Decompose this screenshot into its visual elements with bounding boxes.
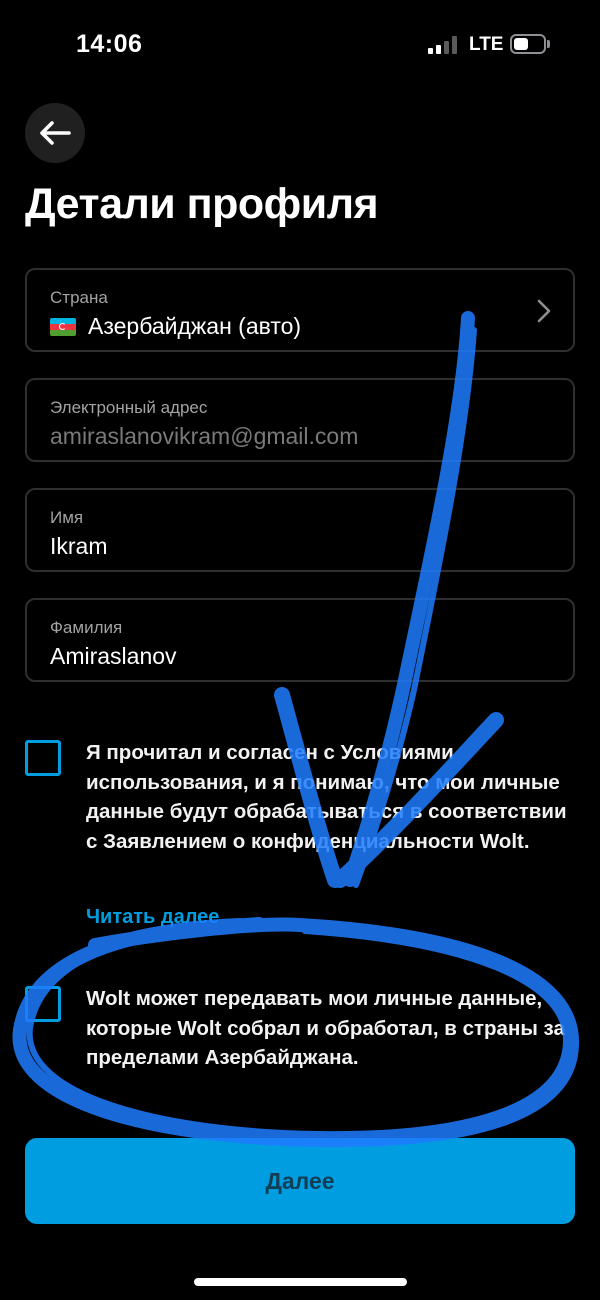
first-name-label: Имя (50, 508, 84, 527)
email-value: amiraslanovikram@gmail.com (50, 423, 359, 449)
home-indicator (194, 1278, 407, 1286)
last-name-label: Фамилия (50, 618, 123, 637)
page-title: Детали профиля (25, 180, 379, 228)
back-button[interactable] (25, 103, 85, 163)
country-value: Азербайджан (авто) (88, 313, 302, 339)
first-name-field[interactable]: Имя Ikram (25, 488, 575, 572)
read-more-link[interactable]: Читать далее (86, 906, 219, 929)
terms-checkbox[interactable] (25, 740, 61, 776)
first-name-value: Ikram (50, 533, 108, 559)
battery-level (514, 38, 528, 50)
cellular-signal-icon (428, 36, 458, 54)
last-name-value: Amiraslanov (50, 643, 177, 669)
data-transfer-checkbox[interactable] (25, 986, 61, 1022)
country-label: Страна (50, 288, 108, 307)
battery-icon (510, 34, 546, 54)
last-name-field[interactable]: Фамилия Amiraslanov (25, 598, 575, 682)
azerbaijan-flag-icon (50, 318, 76, 336)
network-type: LTE (469, 34, 504, 55)
email-label: Электронный адрес (50, 398, 208, 417)
email-field[interactable]: Электронный адрес amiraslanovikram@gmail… (25, 378, 575, 462)
arrow-left-icon (40, 121, 71, 145)
country-selector[interactable]: Страна Азербайджан (авто) (25, 268, 575, 352)
continue-button[interactable]: Далее (25, 1138, 575, 1224)
terms-consent: Я прочитал и согласен с Условиями исполь… (25, 738, 575, 938)
terms-consent-text: Я прочитал и согласен с Условиями исполь… (86, 741, 567, 853)
battery-cap (547, 40, 550, 48)
status-bar: 14:06 LTE (0, 0, 600, 90)
data-transfer-consent-text: Wolt может передавать мои личные данные,… (86, 987, 565, 1069)
status-time: 14:06 (76, 30, 143, 58)
data-transfer-consent: Wolt может передавать мои личные данные,… (25, 984, 575, 1084)
chevron-right-icon (537, 299, 551, 323)
country-value-row: Азербайджан (авто) (50, 313, 301, 340)
